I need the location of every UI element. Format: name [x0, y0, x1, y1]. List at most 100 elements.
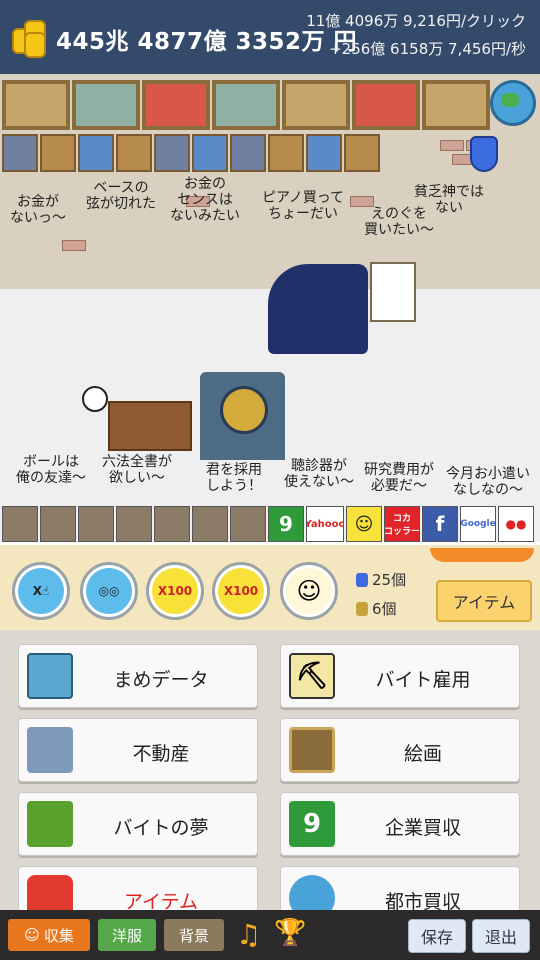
building-thumbnail: [192, 506, 228, 542]
coin-stack-icon: ◎◎: [98, 584, 120, 598]
bag-icon: [27, 653, 73, 699]
menu-item-button[interactable]: アイテム: [18, 866, 258, 921]
collect-label: 収集: [43, 926, 74, 945]
potion-count-text: 25個: [372, 571, 407, 589]
clothes-tab[interactable]: 洋服: [98, 919, 156, 951]
brick-decoration: [62, 240, 86, 251]
coin-boost-button[interactable]: ◎◎: [80, 562, 138, 620]
globe-icon: [490, 80, 536, 126]
building-thumbnail: [230, 506, 266, 542]
company-logo: f: [422, 506, 458, 542]
potion-icon: [470, 136, 498, 172]
save-button[interactable]: 保存: [408, 919, 466, 953]
menu-label: まめデータ: [113, 669, 209, 691]
background-tab[interactable]: 背景: [164, 919, 224, 951]
menu-label: バイトの夢: [113, 817, 209, 839]
item-button[interactable]: アイテム: [436, 580, 532, 622]
building-thumbnail: [116, 506, 152, 542]
speech-bubble: 君を採用 しよう！: [206, 462, 262, 495]
worker-icon: ⛏: [289, 653, 335, 699]
building-thumbnail: [78, 134, 114, 172]
speech-bubble: お金が ないっ〜: [10, 194, 66, 227]
menu-toggle-tab[interactable]: [430, 548, 534, 562]
menu-painting-button[interactable]: 絵画: [280, 718, 520, 782]
trophy-icon[interactable]: 🏆: [274, 918, 306, 948]
painting-frame: [142, 80, 210, 130]
coin-x100-button[interactable]: X100: [212, 562, 270, 620]
speech-bubble: ピアノ買って ちょーだい: [262, 190, 345, 223]
potion-icon: [356, 573, 368, 587]
building-thumbnail: [192, 134, 228, 172]
coin-count-text: 6個: [372, 600, 397, 618]
house-thumbnail: [2, 506, 38, 542]
building-thumbnail: [306, 134, 342, 172]
owned-assets-row: 9 Yahooo ☺ コカ コッラー f Google ●●: [2, 506, 534, 542]
coin-stack-icon: [12, 18, 48, 58]
speech-bubble: お金の センスは ないみたい: [170, 176, 240, 225]
speech-bubble: 研究費用が 必要だ〜: [364, 462, 434, 495]
house-thumbnail: [78, 506, 114, 542]
per-click-rate: 11億 4096万 9,216円/クリック: [306, 12, 526, 30]
painting-frame: [2, 80, 70, 130]
painting-frame: [352, 80, 420, 130]
menu-acquisition-button[interactable]: 9 企業買収: [280, 792, 520, 856]
building-thumbnail: [268, 134, 304, 172]
speech-bubble: 貧乏神では ない: [414, 184, 484, 217]
painting-icon: [289, 727, 335, 773]
coin-bag-icon: [356, 602, 368, 616]
building-thumbnail: [2, 134, 38, 172]
building-thumbnail: [154, 506, 190, 542]
character-icon: ☺: [296, 577, 322, 605]
soccer-ball-icon: [82, 386, 108, 412]
coin-count: 6個: [356, 598, 397, 619]
company-logo: ●●: [498, 506, 534, 542]
potion-count: 25個: [356, 569, 406, 590]
header-bar: 445兆 4877億 3352万 円 11億 4096万 9,216円/クリック…: [0, 0, 540, 74]
exit-button[interactable]: 退出: [472, 919, 530, 953]
speech-bubble: 六法全書が 欲しい〜: [102, 454, 172, 487]
menu-label: バイト雇用: [375, 669, 471, 691]
click-boost-button[interactable]: X ☝: [12, 562, 70, 620]
click-boost-label: X: [32, 584, 42, 598]
click-x100-label: X100: [157, 584, 193, 598]
menu-real-estate-button[interactable]: 不動産: [18, 718, 258, 782]
menu-label: 企業買収: [384, 817, 461, 839]
menu-label: 絵画: [403, 743, 442, 765]
building-thumbnail: [154, 134, 190, 172]
building-thumbnail: [116, 134, 152, 172]
piano-illustration: [268, 264, 368, 354]
painting-collection: [2, 80, 490, 130]
house-thumbnail: [40, 506, 76, 542]
building-thumbnail: [230, 134, 266, 172]
easel-illustration: [370, 262, 416, 322]
company-logo: 9: [268, 506, 304, 542]
painting-frame: [72, 80, 140, 130]
building-collection: [2, 134, 380, 172]
click-x100-button[interactable]: X100: [146, 562, 204, 620]
desk-illustration: [108, 401, 192, 451]
company-logo: Google: [460, 506, 496, 542]
brick-decoration: [440, 140, 464, 151]
painting-frame: [422, 80, 490, 130]
collect-tab[interactable]: ☺ 収集: [8, 919, 90, 951]
speech-bubble: 聴診器が 使えない〜: [284, 458, 354, 491]
coin-x100-label: X100: [223, 584, 259, 598]
character-button[interactable]: ☺: [280, 562, 338, 620]
game-scene[interactable]: お金が ないっ〜 ベースの 弦が切れた お金の センスは ないみたい ピアノ買っ…: [0, 74, 540, 542]
menu-hire-button[interactable]: ⛏ バイト雇用: [280, 644, 520, 708]
company-logo: コカ コッラー: [384, 506, 420, 542]
speech-bubble: ベースの 弦が切れた: [86, 180, 156, 213]
menu-dream-button[interactable]: バイトの夢: [18, 792, 258, 856]
speech-bubble: 今月お小遣い なしなの〜: [446, 466, 530, 499]
painting-frame: [282, 80, 350, 130]
building-icon: [27, 727, 73, 773]
painting-frame: [212, 80, 280, 130]
avatar-icon: ☺: [24, 926, 40, 944]
menu-mame-data-button[interactable]: まめデータ: [18, 644, 258, 708]
speech-bubble: ボールは 俺の友達〜: [16, 454, 86, 487]
menu-city-button[interactable]: 都市買収: [280, 866, 520, 921]
per-second-rate: +256億 6158万 7,456円/秒: [329, 40, 526, 58]
dream-icon: [27, 801, 73, 847]
company-logo: ☺: [346, 506, 382, 542]
music-note-icon[interactable]: ♫: [236, 918, 261, 951]
